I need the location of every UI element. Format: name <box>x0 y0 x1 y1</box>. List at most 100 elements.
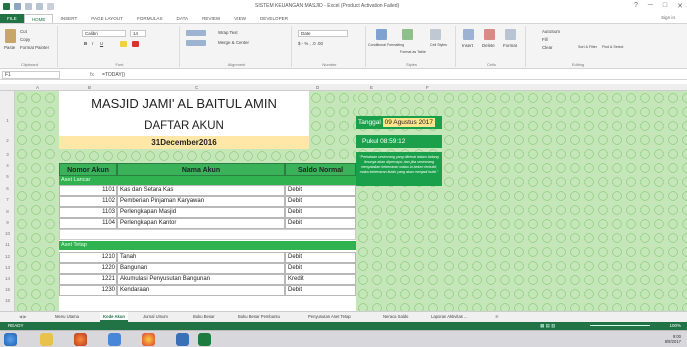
sign-in-link[interactable]: Sign in <box>661 15 675 20</box>
formula-input[interactable]: =TODAY() <box>102 71 125 79</box>
conditional-formatting-button[interactable]: Conditional Formatting <box>368 43 404 47</box>
row-number[interactable]: 1 <box>0 118 15 123</box>
tab-page-layout[interactable]: PAGE LAYOUT <box>84 14 130 23</box>
insert-cells-icon[interactable] <box>463 29 474 40</box>
tab-home[interactable]: HOME <box>23 14 54 23</box>
merge-center-button[interactable]: Merge & Center <box>218 40 249 45</box>
customize-qat-icon[interactable] <box>47 3 54 10</box>
redo-icon[interactable] <box>36 3 43 10</box>
tab-view[interactable]: VIEW <box>227 14 253 23</box>
table-cell-saldo[interactable]: Debit <box>285 263 356 274</box>
tab-data[interactable]: DATA <box>170 14 196 23</box>
empty-row[interactable] <box>59 229 356 240</box>
column-c[interactable]: C <box>195 84 198 91</box>
row-number[interactable]: 3 <box>0 152 15 157</box>
sheet-tab[interactable]: Penyusutan Aset Tetap <box>305 312 354 322</box>
table-cell-nama[interactable]: Pemberian Pinjaman Karyawan <box>117 196 285 207</box>
table-cell-nomor[interactable]: 1220 <box>59 263 117 274</box>
row-number[interactable]: 2 <box>0 138 15 143</box>
table-cell-saldo[interactable]: Debit <box>285 252 356 263</box>
table-cell-nama[interactable]: Perlengkapan Masjid <box>117 207 285 218</box>
table-cell-nomor[interactable]: 1103 <box>59 207 117 218</box>
autosum-button[interactable]: AutoSum <box>542 29 560 34</box>
column-d[interactable]: D <box>316 84 319 91</box>
sheet-tab[interactable]: Jurnal Umum <box>140 312 171 322</box>
file-explorer-icon[interactable] <box>40 333 53 346</box>
column-a[interactable]: A <box>36 84 39 91</box>
delete-cells-icon[interactable] <box>484 29 495 40</box>
find-select-button[interactable]: Find & Select <box>602 45 623 49</box>
row-number[interactable]: 8 <box>0 209 15 214</box>
tab-developer[interactable]: DEVELOPER <box>253 14 295 23</box>
number-format-buttons[interactable]: $ - % , .0 .00 <box>298 41 323 46</box>
copy-button[interactable]: Copy <box>20 37 30 42</box>
table-cell-saldo[interactable]: Debit <box>285 185 356 196</box>
cut-button[interactable]: Cut <box>20 29 27 34</box>
column-e[interactable]: E <box>370 84 373 91</box>
save-icon[interactable] <box>14 3 21 10</box>
sheet-tab-active[interactable]: Kode Akun <box>100 312 128 322</box>
fill-color-icon[interactable] <box>120 41 127 47</box>
zoom-level[interactable]: 100% <box>669 322 681 330</box>
pukul-value[interactable]: 08:59:12 <box>380 138 405 145</box>
table-cell-nomor[interactable]: 1104 <box>59 218 117 229</box>
table-cell-saldo[interactable]: Debit <box>285 196 356 207</box>
italic-button[interactable]: I <box>92 41 93 46</box>
table-cell-nomor[interactable]: 1102 <box>59 196 117 207</box>
row-number[interactable]: 12 <box>0 254 15 259</box>
conditional-formatting-icon[interactable] <box>376 29 387 40</box>
font-name-select[interactable]: Calibri <box>82 30 126 37</box>
sheet-tab[interactable]: Laporan Aktivitas ... <box>428 312 471 322</box>
table-cell-nama[interactable]: Perlengkapan Kantor <box>117 218 285 229</box>
word-icon[interactable] <box>176 333 189 346</box>
sheet-tab[interactable]: Buku Besar <box>190 312 218 322</box>
column-f[interactable]: F <box>426 84 429 91</box>
sort-filter-button[interactable]: Sort & Filter <box>578 45 597 49</box>
browser-icon[interactable] <box>108 333 121 346</box>
table-cell-saldo[interactable]: Kredit <box>285 274 356 285</box>
format-painter-button[interactable]: Format Painter <box>20 45 49 50</box>
table-cell-saldo[interactable]: Debit <box>285 285 356 296</box>
sheet-tab[interactable]: Buku Besar Pembantu <box>235 312 283 322</box>
row-number[interactable]: 13 <box>0 265 15 270</box>
column-b[interactable]: B <box>88 84 91 91</box>
align-top-icon[interactable] <box>186 30 206 36</box>
paste-button[interactable]: Paste <box>4 45 15 50</box>
align-left-icon[interactable] <box>186 40 206 46</box>
row-number[interactable]: 4 <box>0 163 15 168</box>
fx-icon[interactable]: fx <box>90 71 94 79</box>
undo-icon[interactable] <box>25 3 32 10</box>
format-as-table-button[interactable]: Format as Table <box>400 50 426 54</box>
paste-icon[interactable] <box>5 29 16 43</box>
firefox-icon[interactable] <box>74 333 87 346</box>
wrap-text-button[interactable]: Wrap Text <box>218 30 238 35</box>
table-cell-nomor[interactable]: 1210 <box>59 252 117 263</box>
cell-styles-icon[interactable] <box>430 29 441 40</box>
number-format-select[interactable]: Date <box>298 30 348 37</box>
table-cell-nama[interactable]: Tanah <box>117 252 285 263</box>
table-cell-nama[interactable]: Bangunan <box>117 263 285 274</box>
clear-button[interactable]: Clear <box>542 45 553 50</box>
excel-icon[interactable] <box>198 333 211 346</box>
table-cell-nama[interactable]: Kas dan Setara Kas <box>117 185 285 196</box>
format-table-icon[interactable] <box>402 29 413 40</box>
table-cell-nomor[interactable]: 1221 <box>59 274 117 285</box>
view-buttons[interactable]: ▦ ▤ ▥ <box>540 322 555 330</box>
row-number[interactable]: 6 <box>0 186 15 191</box>
row-number[interactable]: 15 <box>0 287 15 292</box>
add-sheet-icon[interactable]: ⊕ <box>492 312 502 322</box>
bold-button[interactable]: B <box>84 41 87 46</box>
tanggal-value[interactable]: 09 Agustus 2017 <box>382 118 436 127</box>
delete-button[interactable]: Delete <box>482 43 495 48</box>
row-number[interactable]: 10 <box>0 231 15 236</box>
font-color-icon[interactable] <box>132 41 139 47</box>
insert-button[interactable]: Insert <box>462 43 473 48</box>
zoom-slider[interactable] <box>590 325 650 326</box>
cell-styles-button[interactable]: Cell Styles <box>430 43 447 47</box>
fill-button[interactable]: Fill <box>542 37 548 42</box>
row-number[interactable]: 9 <box>0 220 15 225</box>
font-size-select[interactable]: 14 <box>130 30 146 37</box>
close-icon[interactable]: ✕ <box>677 2 683 10</box>
tab-formulas[interactable]: FORMULAS <box>130 14 170 23</box>
table-cell-nama[interactable]: Kendaraan <box>117 285 285 296</box>
